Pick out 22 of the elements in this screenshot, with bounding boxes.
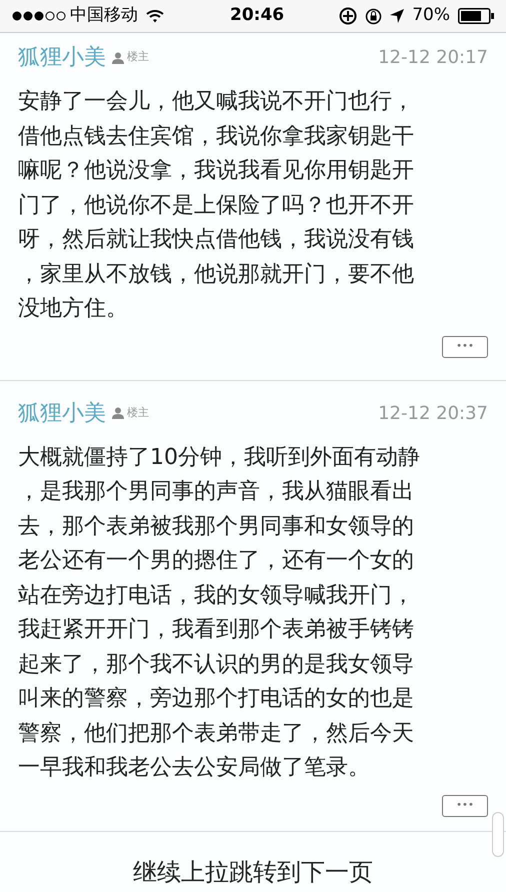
battery-percent: 70%: [412, 4, 450, 28]
load-next-page-hint: 继续上拉跳转到下一页: [133, 856, 373, 888]
sync-icon: [339, 7, 358, 25]
location-arrow-icon: [390, 9, 404, 23]
signal-icon: [12, 11, 66, 21]
post-text: 大概就僵持了10分钟，我听到外面有动静 ，是我那个男同事的声音，我从猫眼看出 去，那个表弟被我那个男同事和女领导的 老公还有一个男的摁住了，还有一个女的 站在旁边打电话，我的女领导喊我开门， 我赶紧开开门，我看到那个表弟被手铐铐 起来了，那个我不认识的男的是我女领导 叫来的警察，旁边那个打电话的女的也是 警察，他们把那个表弟带走了，然后今天 一早我和我老公去公安局做了笔录。: [18, 444, 421, 782]
author-name[interactable]: 狐狸小美: [18, 396, 106, 430]
more-button[interactable]: •••: [442, 794, 488, 816]
carrier-name: 中国移动: [70, 4, 138, 28]
person-icon: [112, 52, 124, 64]
author-name[interactable]: 狐狸小美: [18, 41, 106, 74]
rotation-lock-icon: [365, 8, 382, 24]
more-button[interactable]: •••: [442, 336, 488, 358]
post-time: 12-12 20:37: [378, 402, 488, 426]
clock-time: 20:46: [230, 4, 284, 28]
person-icon: [112, 407, 124, 419]
battery-icon: [458, 8, 494, 24]
post-text: 安静了一会儿，他又喊我说不开门也行， 借他点钱去住宾馆，我说你拿我家钥匙干 嘛呢？他说没拿，我说我看见你用钥匙开 门了，他说你不是上保险了吗？也开不开 呀，然后就让我快点借他钱，我说没有钱 ，家里从不放钱，他说那就开门，要不他 没地方住。: [18, 88, 415, 323]
author-role-label: 楼主: [127, 404, 149, 421]
post-time: 12-12 20:17: [378, 46, 488, 70]
wifi-icon: [146, 10, 164, 22]
author-role-label: 楼主: [127, 49, 149, 66]
